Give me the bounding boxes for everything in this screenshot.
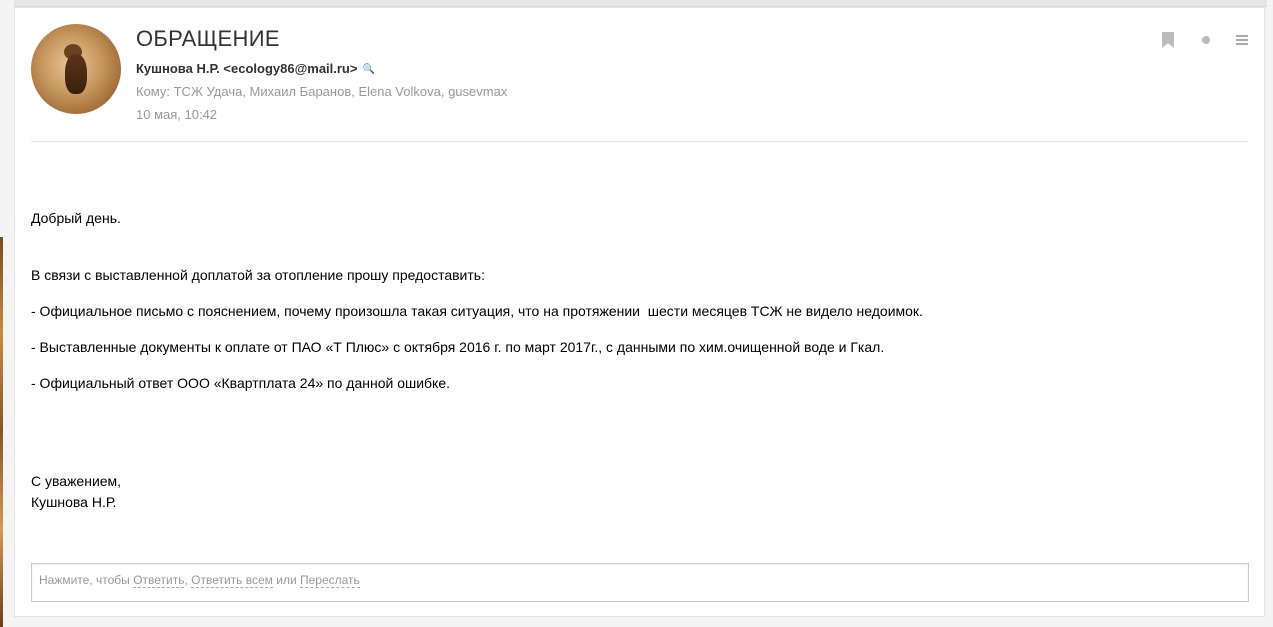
body-closing: С уважением, — [31, 473, 122, 489]
body-intro: В связи с выставленной доплатой за отопл… — [31, 267, 485, 283]
body-greeting: Добрый день. — [31, 210, 121, 226]
body-item: - Выставленные документы к оплате от ПАО… — [31, 339, 885, 355]
recipients: Кому: ТСЖ Удача, Михаил Баранов, Elena V… — [136, 84, 508, 99]
header-divider — [31, 141, 1248, 142]
message-date: 10 мая, 10:42 — [136, 107, 218, 122]
avatar-photo-detail — [65, 54, 87, 94]
quick-reply-box[interactable]: Нажмите, чтобы Ответить, Ответить всем и… — [31, 563, 1249, 602]
search-icon[interactable]: 🔍 — [362, 64, 374, 75]
message-actions — [1162, 32, 1248, 48]
menu-icon[interactable] — [1236, 35, 1248, 45]
message-panel: ОБРАЩЕНИЕ Кушнова Н.Р. <ecology86@mail.r… — [14, 7, 1265, 617]
sender[interactable]: Кушнова Н.Р. <ecology86@mail.ru> 🔍 — [136, 61, 375, 76]
body-item: - Официальное письмо с пояснением, почем… — [31, 303, 923, 319]
top-bar — [14, 0, 1267, 7]
sender-name[interactable]: Кушнова Н.Р. <ecology86@mail.ru> — [136, 61, 357, 76]
reply-prefix: Нажмите, чтобы — [39, 573, 134, 587]
body-signature: Кушнова Н.Р. — [31, 494, 117, 510]
reply-all-link[interactable]: Ответить всем — [191, 573, 273, 588]
dot-icon[interactable] — [1202, 36, 1210, 44]
avatar[interactable] — [31, 24, 121, 114]
reply-or-text: или — [272, 573, 300, 587]
body-item: - Официальный ответ ООО «Квартплата 24» … — [31, 375, 451, 391]
message-subject: ОБРАЩЕНИЕ — [136, 26, 280, 51]
forward-link[interactable]: Переслать — [300, 573, 360, 588]
reply-link[interactable]: Ответить — [133, 573, 185, 588]
background-window-edge — [0, 237, 3, 627]
bookmark-icon[interactable] — [1162, 32, 1174, 48]
